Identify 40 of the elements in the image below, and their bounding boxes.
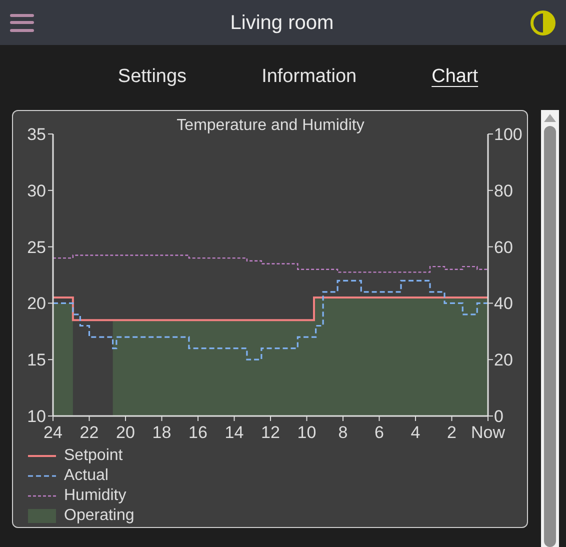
axis-label: 10 <box>27 407 46 426</box>
tab[interactable]: Chart <box>432 63 478 92</box>
axis-label: 60 <box>494 238 513 257</box>
axis-label: 35 <box>27 125 46 144</box>
axis-label: 14 <box>224 423 244 442</box>
scroll-up-icon[interactable] <box>544 114 556 122</box>
axis-label: 16 <box>188 423 208 442</box>
legend-label: Setpoint <box>64 446 123 466</box>
axis-label: 30 <box>27 181 46 200</box>
chart-title: Temperature and Humidity <box>176 117 364 134</box>
axis-label: 20 <box>27 294 46 314</box>
scrollbar[interactable] <box>541 110 559 547</box>
axis-label: 100 <box>494 125 522 144</box>
page-title: Living room <box>230 10 334 36</box>
legend-label: Actual <box>64 466 108 486</box>
axis-label: 0 <box>494 407 504 426</box>
tab[interactable]: Information <box>262 63 357 92</box>
axis-label: 20 <box>116 423 135 442</box>
contrast-icon[interactable] <box>530 10 556 36</box>
axis-label: 12 <box>261 423 280 442</box>
axis-label: 24 <box>44 423 62 442</box>
axis-label: 4 <box>410 423 420 442</box>
legend-label: Operating <box>64 506 134 526</box>
axis-label: 6 <box>374 423 384 442</box>
axis-label: 10 <box>297 423 316 442</box>
axis-label: 22 <box>80 423 99 442</box>
axis-label: 40 <box>494 294 513 314</box>
axis-label: 80 <box>494 181 513 200</box>
legend-swatch <box>28 509 56 523</box>
axis-label: 8 <box>338 423 348 442</box>
axis-label: 15 <box>27 350 46 370</box>
menu-icon[interactable] <box>10 12 34 32</box>
axis-label: 2 <box>447 423 456 442</box>
tab[interactable]: Settings <box>118 63 187 92</box>
axis-label: 25 <box>27 238 46 257</box>
axis-label: Now <box>471 423 505 442</box>
axis-label: 18 <box>152 423 172 442</box>
axis-label: 20 <box>494 350 513 370</box>
legend-label: Humidity <box>64 486 126 506</box>
scroll-thumb[interactable] <box>544 126 556 547</box>
